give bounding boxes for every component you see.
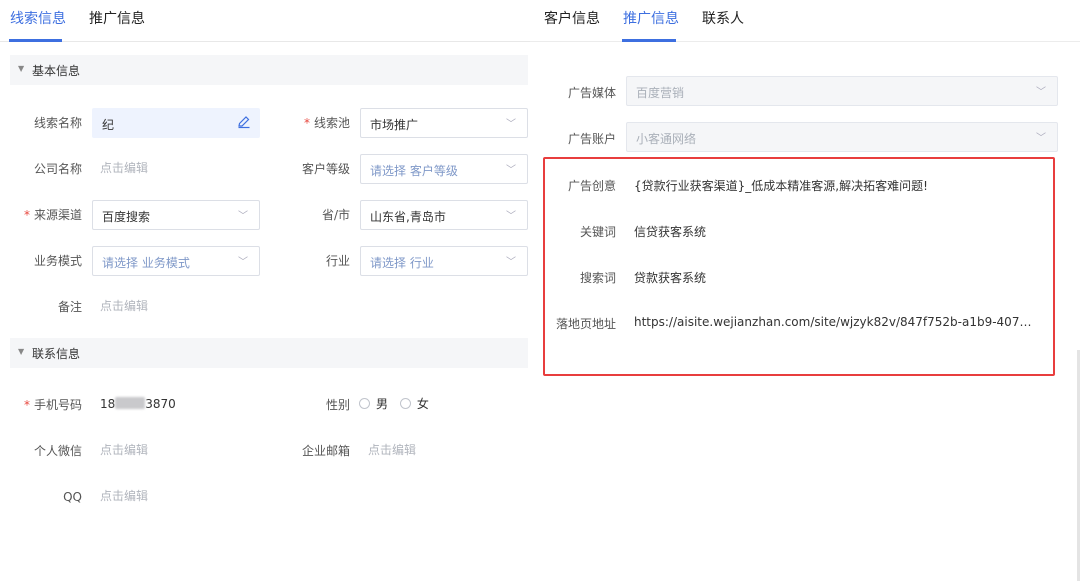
chevron-down-icon: ﹀ <box>506 165 516 176</box>
phone-field[interactable]: 18 3870 <box>100 389 176 419</box>
caret-down-icon: ▼ <box>18 64 25 73</box>
pencil-icon[interactable] <box>237 115 251 129</box>
province-city-label: 省/市 <box>321 208 350 222</box>
industry-placeholder: 请选择 行业 <box>370 256 434 270</box>
wechat-field[interactable]: 点击编辑 <box>100 435 148 465</box>
chevron-down-icon: ﹀ <box>238 211 248 222</box>
province-city-value: 山东省,青岛市 <box>370 210 446 224</box>
chevron-down-icon: ﹀ <box>506 257 516 268</box>
lead-info-panel: 线索信息 推广信息 ▼ 基本信息 线索名称 纪 * 线索池 市场推广 ﹀ 公司名称… <box>0 0 530 581</box>
section-title: 联系信息 <box>32 347 81 361</box>
chevron-down-icon: ﹀ <box>1036 87 1046 98</box>
lead-name-field[interactable]: 纪 <box>92 108 260 138</box>
highlight-annotation-box <box>543 157 1055 376</box>
gender-label: 性别 <box>325 398 350 412</box>
gender-radio-group: 男 女 <box>359 389 437 419</box>
ad-account-value: 小客通网络 <box>636 132 697 146</box>
tab-lead-info[interactable]: 线索信息 <box>10 8 66 28</box>
source-channel-select[interactable]: 百度搜索 ﹀ <box>92 200 260 230</box>
phone-prefix: 18 <box>100 397 116 411</box>
industry-select[interactable]: 请选择 行业 ﹀ <box>360 246 528 276</box>
remark-field[interactable]: 点击编辑 <box>100 291 148 321</box>
company-name-label: 公司名称 <box>33 162 82 176</box>
right-tab-bar: 客户信息 推广信息 联系人 <box>530 0 1080 42</box>
lead-pool-label: * 线索池 <box>303 116 350 130</box>
source-channel-label: * 来源渠道 <box>23 208 82 222</box>
gender-female-label[interactable]: 女 <box>417 397 429 411</box>
left-tab-bar: 线索信息 推广信息 <box>0 0 530 42</box>
ad-media-select: 百度营销 ﹀ <box>626 76 1058 106</box>
customer-level-select[interactable]: 请选择 客户等级 ﹀ <box>360 154 528 184</box>
ad-media-value: 百度营销 <box>636 86 685 100</box>
ad-account-select: 小客通网络 ﹀ <box>626 122 1058 152</box>
chevron-down-icon: ﹀ <box>506 119 516 130</box>
business-mode-select[interactable]: 请选择 业务模式 ﹀ <box>92 246 260 276</box>
gender-male-label[interactable]: 男 <box>376 397 388 411</box>
email-field[interactable]: 点击编辑 <box>368 435 416 465</box>
active-tab-indicator <box>622 39 676 42</box>
active-tab-indicator <box>9 39 62 42</box>
business-mode-label: 业务模式 <box>33 254 82 268</box>
source-channel-value: 百度搜索 <box>102 210 151 224</box>
qq-label: QQ <box>63 490 82 504</box>
remark-label: 备注 <box>57 300 82 314</box>
tab-promotion-info[interactable]: 推广信息 <box>623 8 679 28</box>
basic-info-section-header[interactable]: ▼ 基本信息 <box>10 55 528 85</box>
lead-name-value: 纪 <box>102 118 115 132</box>
lead-pool-value: 市场推广 <box>370 118 419 132</box>
industry-label: 行业 <box>325 254 350 268</box>
email-label: 企业邮箱 <box>301 444 350 458</box>
chevron-down-icon: ﹀ <box>506 211 516 222</box>
customer-level-label: 客户等级 <box>301 162 350 176</box>
phone-label: * 手机号码 <box>23 398 82 412</box>
ad-media-label: 广告媒体 <box>567 86 616 100</box>
qq-field[interactable]: 点击编辑 <box>100 481 148 511</box>
chevron-down-icon: ﹀ <box>238 257 248 268</box>
business-mode-placeholder: 请选择 业务模式 <box>102 256 190 270</box>
lead-pool-select[interactable]: 市场推广 ﹀ <box>360 108 528 138</box>
tab-promotion-info[interactable]: 推广信息 <box>89 8 145 28</box>
gender-male-radio[interactable] <box>359 398 370 409</box>
chevron-down-icon: ﹀ <box>1036 133 1046 144</box>
masked-digits <box>115 397 146 409</box>
tab-customer-info[interactable]: 客户信息 <box>544 8 600 28</box>
contact-info-section-header[interactable]: ▼ 联系信息 <box>10 338 528 368</box>
phone-suffix: 3870 <box>145 397 176 411</box>
province-city-select[interactable]: 山东省,青岛市 ﹀ <box>360 200 528 230</box>
ad-account-label: 广告账户 <box>567 132 616 146</box>
caret-down-icon: ▼ <box>18 347 25 356</box>
customer-level-placeholder: 请选择 客户等级 <box>370 164 458 178</box>
wechat-label: 个人微信 <box>33 444 82 458</box>
company-name-field[interactable]: 点击编辑 <box>100 153 148 183</box>
lead-name-label: 线索名称 <box>33 116 82 130</box>
tab-contacts[interactable]: 联系人 <box>702 8 744 28</box>
section-title: 基本信息 <box>32 64 81 78</box>
gender-female-radio[interactable] <box>399 398 411 409</box>
